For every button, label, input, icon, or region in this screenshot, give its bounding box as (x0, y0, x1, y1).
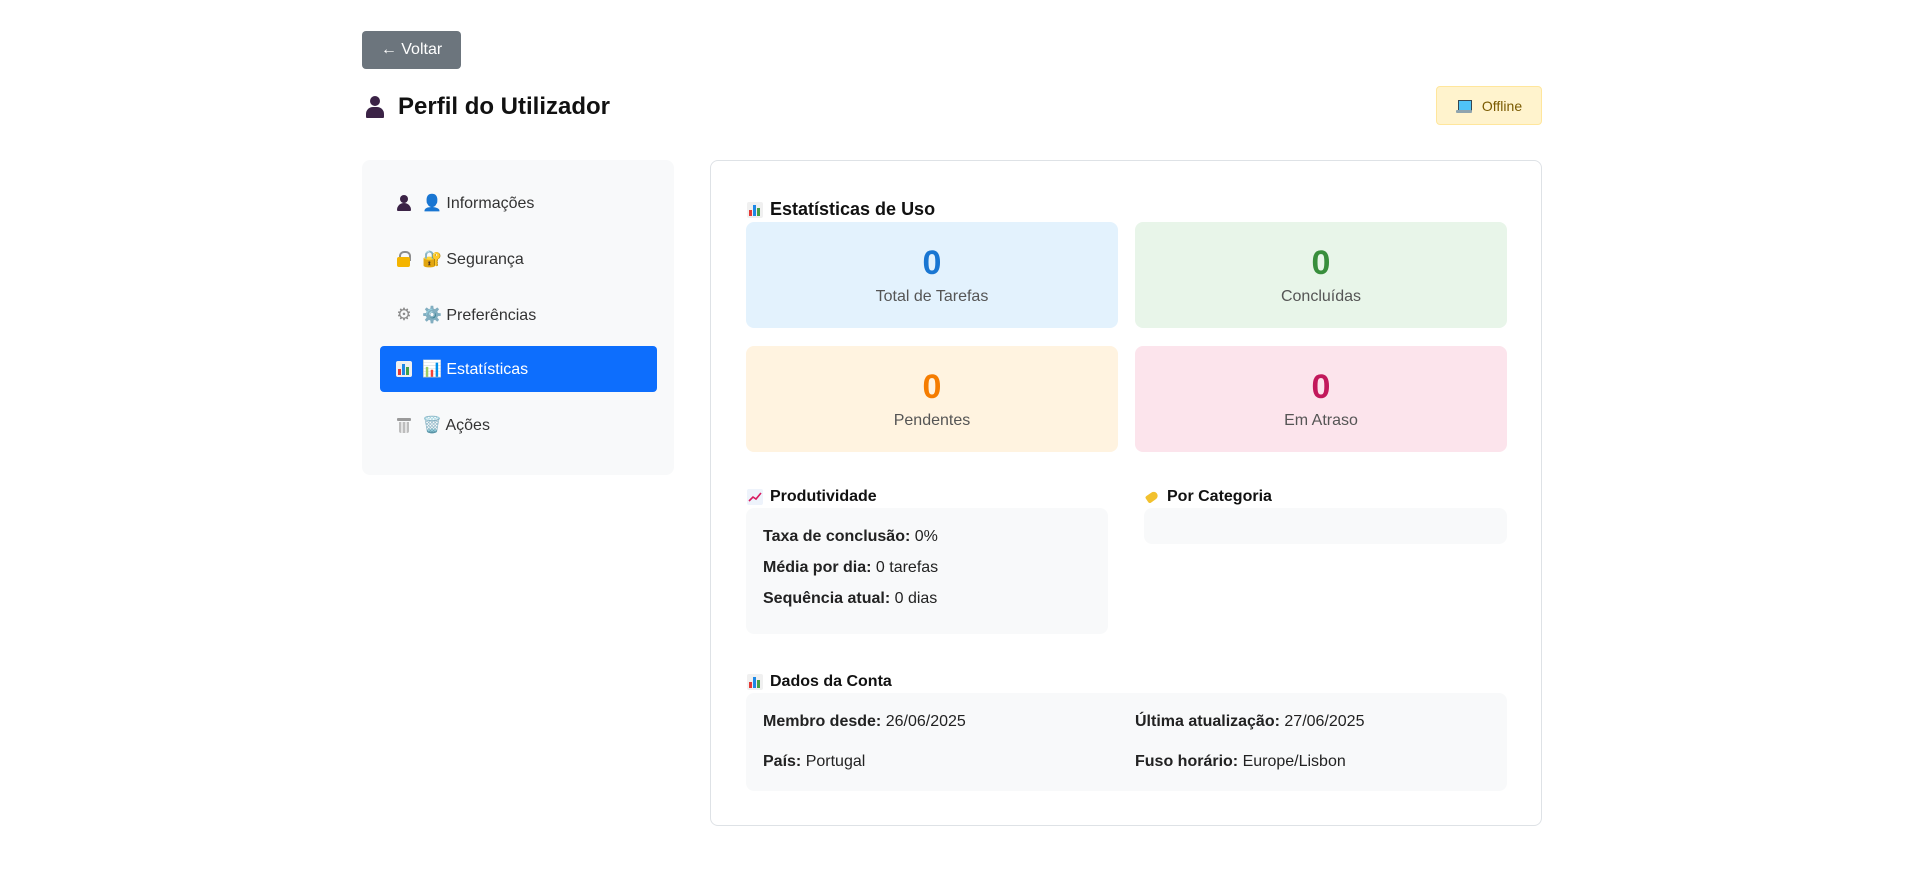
sidebar-item-acoes[interactable]: 🗑️ Ações (380, 402, 657, 448)
bar-chart-icon (747, 674, 763, 690)
sidebar-item-label: 🗑️ Ações (422, 417, 490, 434)
stat-total-tasks: 0 Total de Tarefas (746, 222, 1118, 328)
gear-icon: ⚙ (396, 305, 412, 324)
row-value: 27/06/2025 (1284, 713, 1365, 730)
stat-value: 0 (922, 368, 942, 406)
sidebar-item-estatisticas[interactable]: 📊 Estatísticas (380, 346, 657, 392)
connection-status-text: Offline (1481, 97, 1523, 114)
trend-chart-icon (747, 489, 763, 505)
stat-value: 0 (1311, 244, 1331, 282)
sidebar-item-preferencias[interactable]: ⚙ ⚙️ Preferências (380, 292, 657, 338)
category-panel (1144, 508, 1507, 544)
connection-status-badge: Offline (1436, 86, 1542, 125)
category-title: Por Categoria (1144, 488, 1272, 506)
current-streak-row: Sequência atual: 0 dias (763, 590, 937, 608)
account-title: Dados da Conta (747, 673, 892, 691)
sidebar-item-label: 👤 Informações (422, 195, 535, 212)
stat-label: Total de Tarefas (875, 288, 989, 305)
statistics-card: Estatísticas de Uso 0 Total de Tarefas 0… (710, 160, 1542, 826)
stat-label: Em Atraso (1284, 412, 1358, 429)
productivity-title: Produtividade (747, 488, 877, 506)
back-button[interactable]: ← Voltar (362, 31, 461, 69)
row-label: Média por dia: (763, 559, 872, 576)
trash-icon (396, 417, 412, 433)
page-title-text: Perfil do Utilizador (398, 93, 611, 120)
bar-chart-icon (747, 201, 763, 218)
profile-sidebar: 👤 Informações 🔐 Segurança ⚙ ⚙️ Preferênc… (362, 160, 674, 475)
daily-average-row: Média por dia: 0 tarefas (763, 559, 938, 577)
row-label: Taxa de conclusão: (763, 528, 911, 545)
sidebar-item-label: ⚙️ Preferências (422, 307, 537, 324)
country-row: País: Portugal (763, 753, 865, 771)
completion-rate-row: Taxa de conclusão: 0% (763, 528, 938, 546)
user-icon (364, 96, 386, 118)
stat-value: 0 (1311, 368, 1331, 406)
stat-pending: 0 Pendentes (746, 346, 1118, 452)
account-title-text: Dados da Conta (770, 673, 892, 690)
row-value: Europe/Lisbon (1242, 753, 1346, 770)
stat-overdue: 0 Em Atraso (1135, 346, 1507, 452)
stat-value: 0 (922, 244, 942, 282)
stat-label: Concluídas (1280, 288, 1362, 305)
user-icon (396, 195, 412, 211)
productivity-panel: Taxa de conclusão: 0% Média por dia: 0 t… (746, 508, 1108, 634)
member-since-row: Membro desde: 26/06/2025 (763, 713, 966, 731)
row-label: Membro desde: (763, 713, 882, 730)
sidebar-item-label: 📊 Estatísticas (422, 361, 529, 378)
row-label: Última atualização: (1135, 713, 1280, 730)
row-value: 0% (914, 528, 938, 545)
tag-icon (1144, 489, 1160, 505)
row-label: Sequência atual: (763, 590, 891, 607)
sidebar-item-seguranca[interactable]: 🔐 Segurança (380, 236, 657, 282)
last-update-row: Última atualização: 27/06/2025 (1135, 713, 1364, 731)
account-panel: Membro desde: 26/06/2025 Última atualiza… (746, 693, 1507, 791)
lock-icon (396, 251, 412, 267)
laptop-icon (1455, 98, 1472, 114)
stats-title-text: Estatísticas de Uso (770, 199, 936, 219)
row-value: 26/06/2025 (885, 713, 966, 730)
row-label: Fuso horário: (1135, 753, 1239, 770)
stat-label: Pendentes (893, 412, 971, 429)
row-value: 0 tarefas (875, 559, 939, 576)
productivity-title-text: Produtividade (770, 488, 877, 505)
bar-chart-icon (396, 361, 412, 377)
row-value: Portugal (805, 753, 866, 770)
stats-section-title: Estatísticas de Uso (747, 199, 935, 220)
stat-completed: 0 Concluídas (1135, 222, 1507, 328)
sidebar-item-informacoes[interactable]: 👤 Informações (380, 180, 657, 226)
row-value: 0 dias (894, 590, 938, 607)
timezone-row: Fuso horário: Europe/Lisbon (1135, 753, 1346, 771)
sidebar-item-label: 🔐 Segurança (422, 251, 524, 268)
category-title-text: Por Categoria (1167, 488, 1272, 505)
row-label: País: (763, 753, 802, 770)
page-title: Perfil do Utilizador (364, 92, 610, 122)
